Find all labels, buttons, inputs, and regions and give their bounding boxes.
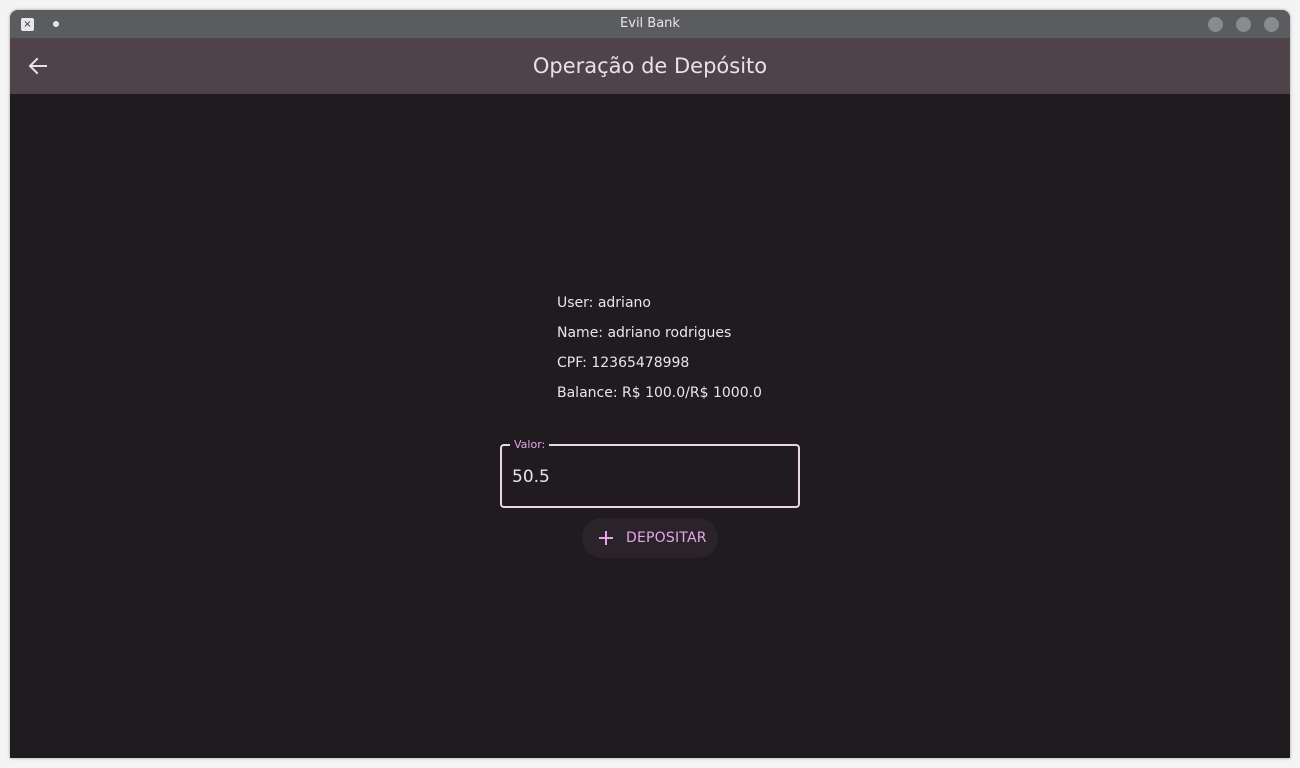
app-bar: Operação de Depósito [10,38,1290,94]
deposit-button-label: DEPOSITAR [626,530,707,546]
amount-field-label: Valor: [510,437,550,453]
maximize-button[interactable] [1236,17,1251,32]
window-title: Evil Bank [620,16,680,31]
amount-field[interactable]: Valor: [500,437,800,508]
user-info: User: adriano [557,295,651,311]
amount-input[interactable] [512,464,782,490]
name-info: Name: adriano rodrigues [557,325,732,341]
deposit-button[interactable]: DEPOSITAR [582,518,718,558]
minimize-button[interactable] [1208,17,1223,32]
app-window: × Evil Bank Operação de Depósito User: a… [10,10,1290,758]
balance-info: Balance: R$ 100.0/R$ 1000.0 [557,385,762,401]
plus-icon [599,531,613,545]
window-titlebar: × Evil Bank [10,10,1290,38]
close-button[interactable] [1264,17,1279,32]
cpf-info: CPF: 12365478998 [557,355,690,371]
page-title: Operação de Depósito [532,54,768,78]
